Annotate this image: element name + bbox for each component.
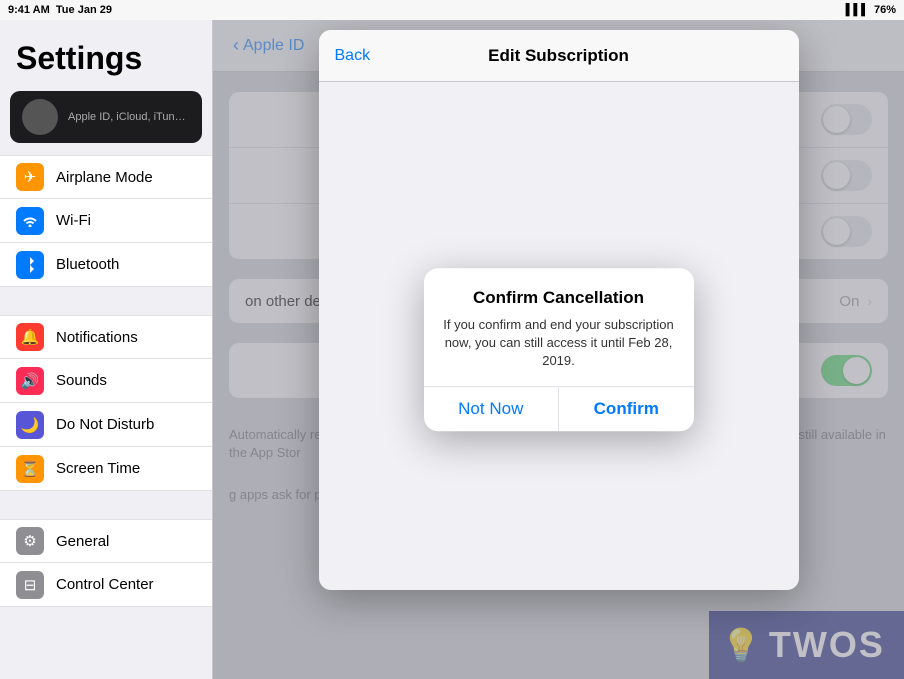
- confirm-dialog-message: If you confirm and end your subscription…: [440, 316, 678, 371]
- sidebar-profile[interactable]: Apple ID, iCloud, iTunes &: [10, 91, 202, 143]
- wifi-icon: [16, 207, 44, 235]
- confirm-dialog-content: Confirm Cancellation If you confirm and …: [424, 268, 694, 371]
- sheet-title: Edit Subscription: [488, 46, 629, 66]
- status-time-date: 9:41 AM Tue Jan 29: [8, 4, 112, 16]
- sidebar: Settings Apple ID, iCloud, iTunes & ✈ Ai…: [0, 20, 213, 679]
- confirm-dialog-title: Confirm Cancellation: [440, 288, 678, 308]
- avatar: [22, 99, 58, 135]
- sidebar-item-wifi[interactable]: Wi-Fi: [0, 199, 212, 243]
- sheet-navbar: Back Edit Subscription: [319, 30, 799, 82]
- airplane-icon: ✈: [16, 163, 44, 191]
- general-icon: ⚙: [16, 527, 44, 555]
- sidebar-item-do-not-disturb[interactable]: 🌙 Do Not Disturb: [0, 403, 212, 447]
- sidebar-item-sounds[interactable]: 🔊 Sounds: [0, 359, 212, 403]
- sidebar-section-more: ⚙ General ⊟ Control Center: [0, 519, 212, 607]
- control-center-icon: ⊟: [16, 571, 44, 599]
- screen-time-icon: ⏳: [16, 455, 44, 483]
- sidebar-item-general[interactable]: ⚙ General: [0, 519, 212, 563]
- edit-subscription-sheet: Back Edit Subscription Confirm Cancellat…: [319, 30, 799, 590]
- confirm-button[interactable]: Confirm: [559, 387, 694, 431]
- profile-text: Apple ID, iCloud, iTunes &: [68, 111, 190, 123]
- status-indicators: ▌▌▌ 76%: [846, 4, 896, 16]
- sidebar-title: Settings: [0, 20, 212, 87]
- battery-icon: 76%: [874, 4, 896, 16]
- confirm-dialog: Confirm Cancellation If you confirm and …: [424, 268, 694, 432]
- confirm-dialog-buttons: Not Now Confirm: [424, 386, 694, 431]
- status-bar: 9:41 AM Tue Jan 29 ▌▌▌ 76%: [0, 0, 904, 20]
- sheet-body: Confirm Cancellation If you confirm and …: [319, 82, 799, 590]
- sidebar-divider-2: [0, 491, 212, 511]
- wifi-icon: ▌▌▌: [846, 4, 869, 16]
- sounds-icon: 🔊: [16, 367, 44, 395]
- sidebar-item-notifications[interactable]: 🔔 Notifications: [0, 315, 212, 359]
- not-now-button[interactable]: Not Now: [424, 387, 560, 431]
- sidebar-item-airplane-mode[interactable]: ✈ Airplane Mode: [0, 155, 212, 199]
- main-content: ‹ Apple ID iTunes & App Stores: [213, 20, 904, 679]
- sidebar-item-control-center[interactable]: ⊟ Control Center: [0, 563, 212, 607]
- sidebar-section-connectivity: ✈ Airplane Mode Wi-Fi Bluetooth: [0, 155, 212, 287]
- sidebar-divider-1: [0, 287, 212, 307]
- sidebar-item-bluetooth[interactable]: Bluetooth: [0, 243, 212, 287]
- sheet-back-button[interactable]: Back: [335, 47, 371, 65]
- sidebar-section-settings: 🔔 Notifications 🔊 Sounds 🌙 Do Not Distur…: [0, 315, 212, 491]
- do-not-disturb-icon: 🌙: [16, 411, 44, 439]
- modal-overlay: Back Edit Subscription Confirm Cancellat…: [213, 20, 904, 679]
- sidebar-item-screen-time[interactable]: ⏳ Screen Time: [0, 447, 212, 491]
- bluetooth-icon: [16, 251, 44, 279]
- notifications-icon: 🔔: [16, 323, 44, 351]
